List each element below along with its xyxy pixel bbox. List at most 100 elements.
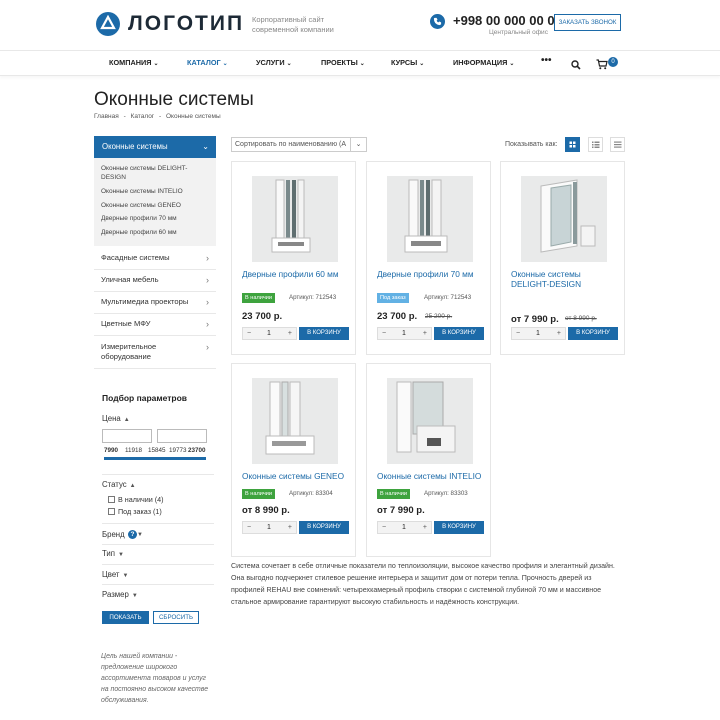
range-tick: 23700	[188, 447, 206, 454]
breadcrumb-current: Оконные системы	[165, 113, 221, 120]
product-card[interactable]: Дверные профили 60 мм В наличии Артикул:…	[231, 161, 356, 355]
product-name[interactable]: Оконные системы DELIGHT-DESIGN	[511, 269, 619, 289]
product-image[interactable]	[387, 378, 473, 464]
chevron-down-icon[interactable]: ▼	[137, 530, 143, 540]
sidebar-subitem[interactable]: Дверные профили 70 мм	[101, 214, 209, 223]
price-max-input[interactable]	[157, 429, 207, 443]
plus-icon[interactable]: +	[423, 328, 427, 340]
minus-icon[interactable]: −	[516, 328, 520, 340]
quantity-stepper[interactable]: − 1 +	[511, 327, 566, 340]
minus-icon[interactable]: −	[247, 328, 251, 340]
minus-icon[interactable]: −	[247, 522, 251, 534]
minus-icon[interactable]: −	[382, 328, 386, 340]
cart-icon[interactable]	[596, 57, 608, 75]
tagline: Корпоративный сайт современной компании	[252, 15, 334, 34]
product-name[interactable]: Оконные системы INTELIO	[377, 471, 485, 481]
quantity-stepper[interactable]: − 1 +	[377, 521, 432, 534]
sort-select[interactable]: Сортировать по наименованию (А ⌄	[231, 137, 367, 152]
product-card[interactable]: Оконные системы DELIGHT-DESIGN от 7 990 …	[500, 161, 625, 355]
chevron-down-icon: ⌄	[350, 138, 366, 151]
sidebar-item[interactable]: Уличная мебель ›	[101, 275, 209, 285]
add-to-cart-button[interactable]: В КОРЗИНУ	[299, 327, 349, 340]
nav-item-company[interactable]: КОМПАНИЯ ⌄	[109, 58, 159, 69]
sidebar-subitem[interactable]: Оконные системы GENEO	[101, 201, 209, 210]
price-min-input[interactable]	[102, 429, 152, 443]
nav-item-services[interactable]: УСЛУГИ ⌄	[256, 58, 292, 69]
quantity-stepper[interactable]: − 1 +	[377, 327, 432, 340]
nav-item-catalog[interactable]: КАТАЛОГ ⌄	[187, 58, 228, 69]
plus-icon[interactable]: +	[423, 522, 427, 534]
plus-icon[interactable]: +	[288, 522, 292, 534]
add-to-cart-button[interactable]: В КОРЗИНУ	[434, 327, 484, 340]
product-name[interactable]: Дверные профили 70 мм	[377, 269, 485, 279]
breadcrumb-home[interactable]: Главная	[94, 113, 119, 120]
plus-icon[interactable]: +	[557, 328, 561, 340]
quantity-value[interactable]: 1	[402, 328, 406, 340]
sidebar-subitem[interactable]: Оконные системы DELIGHT-DESIGN	[101, 164, 209, 182]
sidebar-item[interactable]: Мультимедиа проекторы ›	[101, 297, 209, 307]
logo-text[interactable]: ЛОГОТИП	[128, 12, 244, 36]
list-view-icon[interactable]	[588, 137, 603, 152]
callback-button[interactable]: ЗАКАЗАТЬ ЗВОНОК	[554, 14, 621, 31]
add-to-cart-button[interactable]: В КОРЗИНУ	[434, 521, 484, 534]
phone-icon	[430, 14, 445, 29]
nav-item-info[interactable]: ИНФОРМАЦИЯ ⌄	[453, 58, 514, 69]
divider	[102, 564, 214, 565]
nav-more[interactable]: •••	[541, 55, 552, 66]
product-image[interactable]	[387, 176, 473, 262]
quantity-value[interactable]: 1	[536, 328, 540, 340]
add-to-cart-button[interactable]: В КОРЗИНУ	[568, 327, 618, 340]
product-image[interactable]	[252, 176, 338, 262]
filter-size[interactable]: Размер ▼	[102, 590, 138, 601]
add-to-cart-button[interactable]: В КОРЗИНУ	[299, 521, 349, 534]
nav-item-projects[interactable]: ПРОЕКТЫ ⌄	[321, 58, 365, 69]
phone-number[interactable]: +998 00 000 00 00	[453, 13, 562, 29]
plus-icon[interactable]: +	[288, 328, 292, 340]
filter-brand[interactable]: Бренд	[102, 530, 125, 540]
filter-color[interactable]: Цвет ▼	[102, 570, 128, 581]
sidebar-item[interactable]: Измерительное оборудование ›	[101, 342, 209, 362]
help-icon[interactable]: ?	[128, 530, 137, 539]
product-image[interactable]	[521, 176, 607, 262]
sidebar-active-category[interactable]: Оконные системы ⌄	[94, 136, 216, 158]
status-on-order-checkbox[interactable]	[108, 508, 115, 515]
minus-icon[interactable]: −	[382, 522, 386, 534]
view-label: Показывать как:	[505, 141, 558, 148]
product-image[interactable]	[252, 378, 338, 464]
quantity-stepper[interactable]: − 1 +	[242, 327, 297, 340]
quantity-value[interactable]: 1	[402, 522, 406, 534]
chevron-down-icon: ▼	[118, 552, 124, 558]
breadcrumb-catalog[interactable]: Каталог	[131, 113, 155, 120]
nav-item-courses[interactable]: КУРСЫ ⌄	[391, 58, 424, 69]
sidebar-item[interactable]: Фасадные системы ›	[101, 253, 209, 263]
status-badge: В наличии	[242, 293, 276, 303]
sidebar-subitem[interactable]: Оконные системы INTELIO	[101, 187, 209, 196]
grid-view-icon[interactable]	[565, 137, 580, 152]
search-icon[interactable]	[571, 57, 581, 75]
phone-subtitle: Центральный офис	[489, 29, 548, 36]
show-button[interactable]: ПОКАЗАТЬ	[102, 611, 149, 624]
status-in-stock-checkbox[interactable]	[108, 496, 115, 503]
product-card[interactable]: Дверные профили 70 мм Под заказ Артикул:…	[366, 161, 491, 355]
quantity-stepper[interactable]: − 1 +	[242, 521, 297, 534]
product-card[interactable]: Оконные системы GENEO В наличии Артикул:…	[231, 363, 356, 557]
filter-type[interactable]: Тип ▼	[102, 549, 124, 560]
product-card[interactable]: Оконные системы INTELIO В наличии Артику…	[366, 363, 491, 557]
sidebar-subitem[interactable]: Дверные профили 60 мм	[101, 228, 209, 237]
divider	[102, 584, 214, 585]
product-price: от 7 990 р.	[377, 505, 425, 516]
filter-price[interactable]: Цена ▲	[102, 414, 130, 425]
table-view-icon[interactable]	[610, 137, 625, 152]
filter-status[interactable]: Статус ▲	[102, 480, 136, 491]
price-range-slider[interactable]	[104, 457, 206, 460]
product-article: Артикул: 83303	[424, 490, 468, 497]
product-name[interactable]: Дверные профили 60 мм	[242, 269, 350, 279]
product-name[interactable]: Оконные системы GENEO	[242, 471, 350, 481]
quantity-value[interactable]: 1	[267, 522, 271, 534]
logo-icon[interactable]	[96, 12, 120, 36]
reset-button[interactable]: СБРОСИТЬ	[153, 611, 199, 624]
quantity-value[interactable]: 1	[267, 328, 271, 340]
chevron-right-icon: ›	[206, 275, 209, 285]
sidebar-item[interactable]: Цветные МФУ ›	[101, 319, 209, 329]
status-badge: Под заказ	[377, 293, 409, 303]
